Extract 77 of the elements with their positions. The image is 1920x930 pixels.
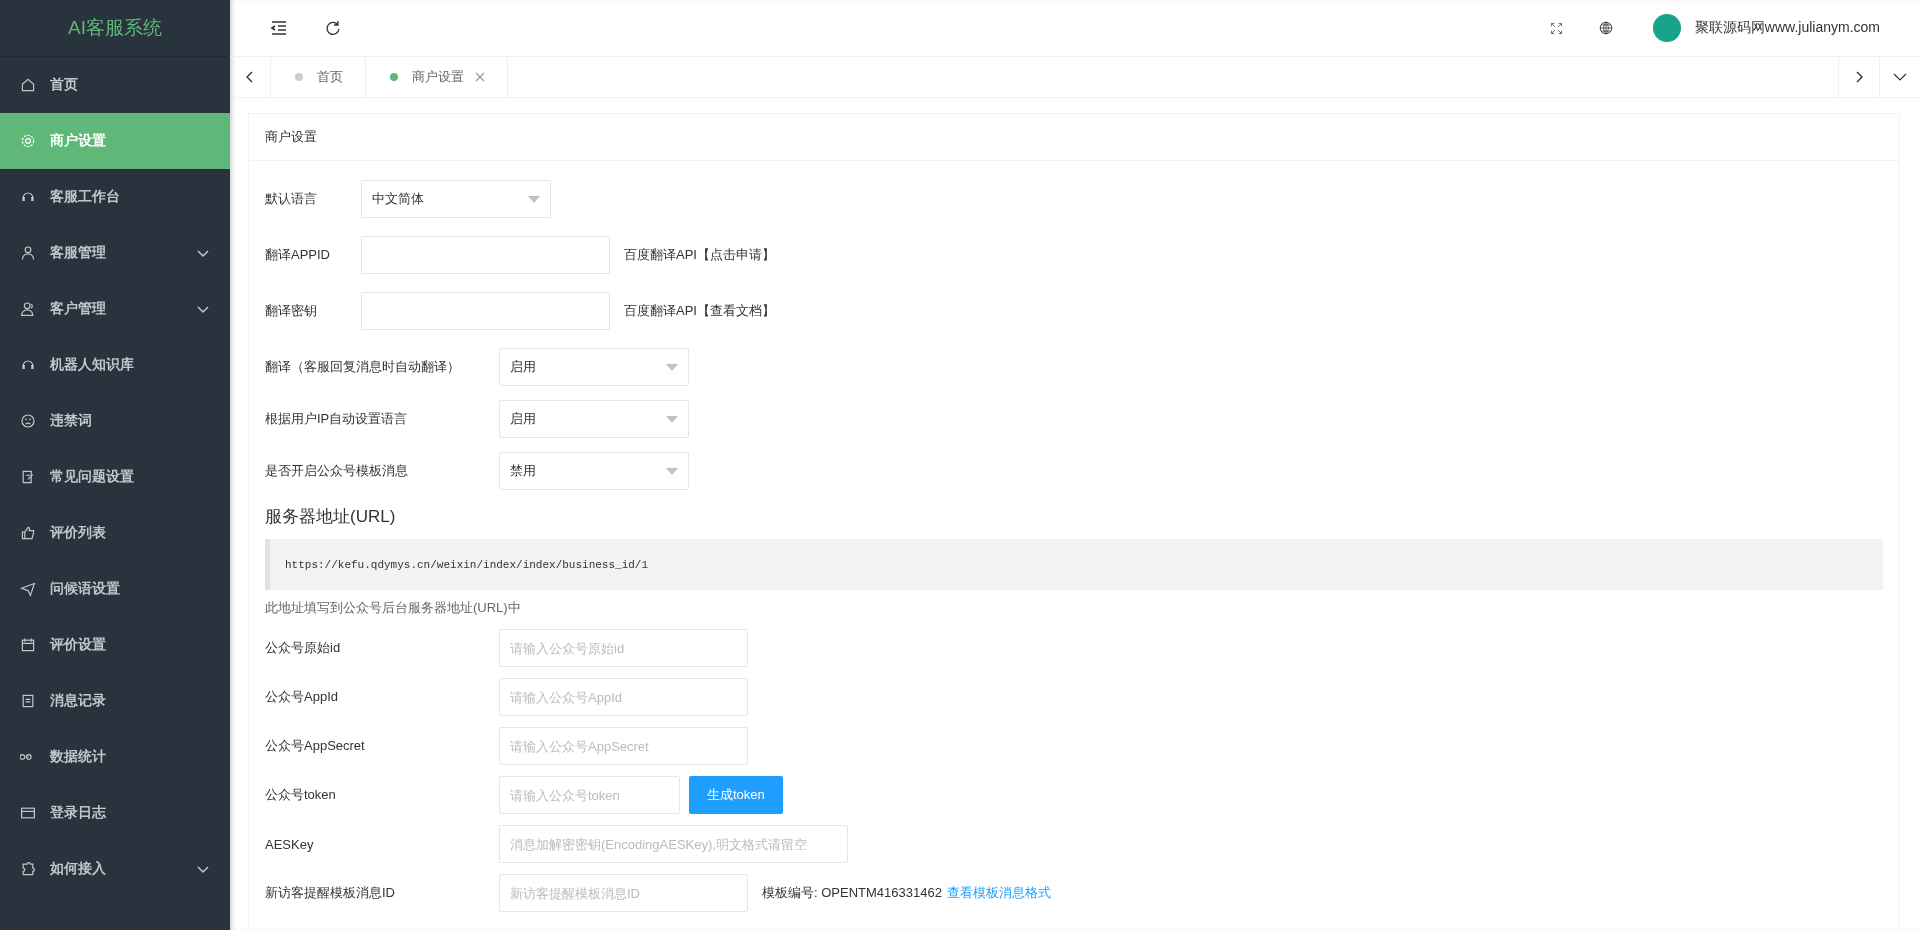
sidebar-item[interactable]: 客服管理 — [0, 225, 230, 281]
card-title: 商户设置 — [249, 114, 1899, 161]
window-icon — [20, 805, 36, 821]
input-field[interactable] — [361, 236, 610, 274]
select-dropdown[interactable]: 启用 — [499, 400, 689, 438]
tab-label: 商户设置 — [412, 68, 464, 86]
select-dropdown[interactable]: 启用 — [499, 348, 689, 386]
field-label: 默认语言 — [265, 190, 318, 208]
menu-fold-icon — [270, 19, 288, 37]
sidebar-item[interactable]: 常见问题设置 — [0, 449, 230, 505]
input-field[interactable]: 请输入公众号原始id — [499, 629, 748, 667]
sidebar-item[interactable]: 如何接入 — [0, 841, 230, 897]
field-label: 新访客提醒模板消息ID — [265, 884, 396, 902]
puzzle-icon — [20, 861, 36, 877]
edit-document-icon — [20, 469, 36, 485]
field-note: 模板编号: OPENTM416331462 — [762, 884, 942, 902]
sidebar-item[interactable]: 评价设置 — [0, 617, 230, 673]
server-url-text: https://kefu.qdymys.cn/weixin/index/index/business_id/1 — [285, 558, 649, 571]
field-label: 是否开启公众号模板消息 — [265, 462, 409, 480]
refresh-button[interactable] — [324, 19, 342, 37]
caret-icon — [666, 467, 678, 475]
input-field[interactable]: 请输入公众号AppSecret — [499, 727, 748, 765]
sidebar-item[interactable]: 违禁词 — [0, 393, 230, 449]
caret-icon — [666, 363, 678, 371]
field-label: 翻译APPID — [265, 246, 331, 264]
user-name[interactable]: 聚联源码网www.julianym.com — [1694, 19, 1880, 37]
field-note: 百度翻译API【点击申请】 — [624, 246, 775, 264]
sidebar-item[interactable]: 问候语设置 — [0, 561, 230, 617]
sidebar-item[interactable]: 机器人知识库 — [0, 337, 230, 393]
input-field[interactable]: 新访客提醒模板消息ID — [499, 874, 748, 912]
field-note: 百度翻译API【查看文档】 — [624, 302, 775, 320]
menu-toggle-button[interactable] — [270, 19, 288, 37]
field-label: 公众号token — [265, 786, 337, 804]
fullscreen-icon — [1549, 21, 1563, 35]
sidebar-item[interactable]: 首页 — [0, 57, 230, 113]
page-tab[interactable]: 商户设置 — [366, 57, 508, 97]
sidebar-item[interactable]: 评价列表 — [0, 505, 230, 561]
tab-label: 首页 — [317, 68, 343, 86]
close-icon[interactable] — [475, 72, 485, 82]
refresh-icon — [324, 19, 342, 37]
globe-icon — [1598, 21, 1613, 35]
sidebar-item[interactable]: 消息记录 — [0, 673, 230, 729]
caret-icon — [666, 415, 678, 423]
field-label: 公众号AppSecret — [265, 737, 366, 755]
input-field[interactable]: 请输入公众号token — [499, 776, 680, 814]
clipboard-icon — [20, 693, 36, 709]
select-dropdown[interactable]: 禁用 — [499, 452, 689, 490]
users-icon — [20, 301, 36, 317]
sad-face-icon — [20, 413, 36, 429]
settings-icon — [20, 133, 36, 149]
select-dropdown[interactable]: 中文简体 — [361, 180, 551, 218]
fullscreen-button[interactable] — [1549, 21, 1563, 35]
sidebar-item[interactable]: 客户管理 — [0, 281, 230, 337]
input-field[interactable]: 请输入公众号AppId — [499, 678, 748, 716]
hint-text: 此地址填写到公众号后台服务器地址(URL)中 — [265, 599, 522, 617]
thumbs-up-icon — [20, 525, 36, 541]
field-label: 根据用户IP自动设置语言 — [265, 410, 409, 428]
field-label: AESKey — [265, 836, 315, 852]
paper-plane-icon — [20, 581, 36, 597]
input-field[interactable]: 消息加解密密钥(EncodingAESKey),明文格式请留空 — [499, 825, 848, 863]
app-logo-title: AI客服系统 — [0, 0, 230, 57]
field-label: 翻译（客服回复消息时自动翻译） — [265, 358, 461, 376]
section-heading: 服务器地址(URL) — [265, 506, 397, 528]
field-label: 翻译密钥 — [265, 302, 318, 320]
input-field[interactable] — [361, 292, 610, 330]
caret-icon — [528, 195, 540, 203]
sidebar-item[interactable]: 客服工作台 — [0, 169, 230, 225]
field-label: 公众号AppId — [265, 688, 339, 706]
home-icon — [20, 77, 36, 93]
page-tab[interactable]: 首页 — [271, 57, 366, 97]
sidebar-item[interactable]: 数据统计 — [0, 729, 230, 785]
field-label: 公众号原始id — [265, 639, 342, 657]
user-icon — [20, 245, 36, 261]
sidebar-item[interactable]: 登录日志 — [0, 785, 230, 841]
language-button[interactable] — [1598, 21, 1613, 35]
calendar-icon — [20, 637, 36, 653]
user-avatar[interactable] — [1652, 14, 1681, 42]
